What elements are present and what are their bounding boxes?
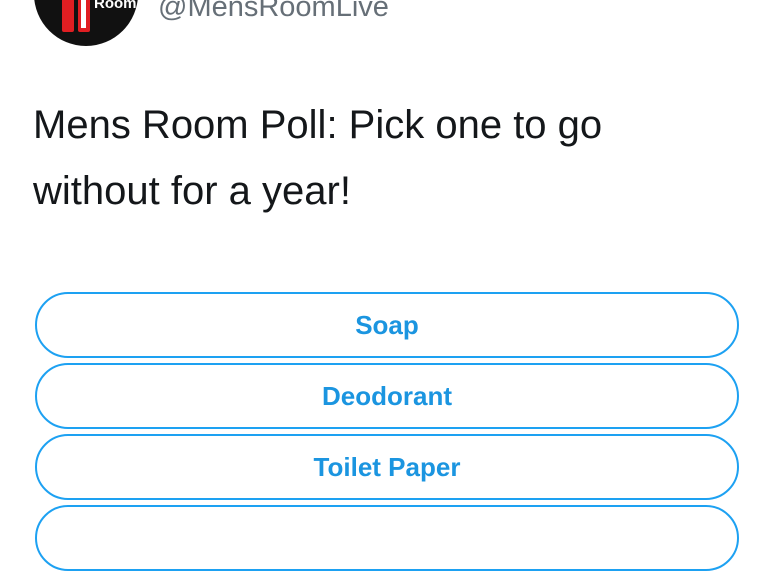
logo-bar-icon xyxy=(78,0,90,32)
poll-option-toilet-paper[interactable]: Toilet Paper xyxy=(35,434,739,500)
poll-option-deodorant[interactable]: Deodorant xyxy=(35,363,739,429)
account-handle[interactable]: @MensRoomLive xyxy=(158,0,389,24)
poll-option-soap[interactable]: Soap xyxy=(35,292,739,358)
poll: Soap Deodorant Toilet Paper xyxy=(35,292,739,576)
logo-bar-icon xyxy=(62,0,74,32)
avatar-logo-text: Room xyxy=(94,0,137,12)
tweet-header: Room @MensRoomLive xyxy=(0,0,775,50)
avatar[interactable]: Room xyxy=(34,0,138,46)
tweet-text: Mens Room Poll: Pick one to go without f… xyxy=(33,103,603,213)
